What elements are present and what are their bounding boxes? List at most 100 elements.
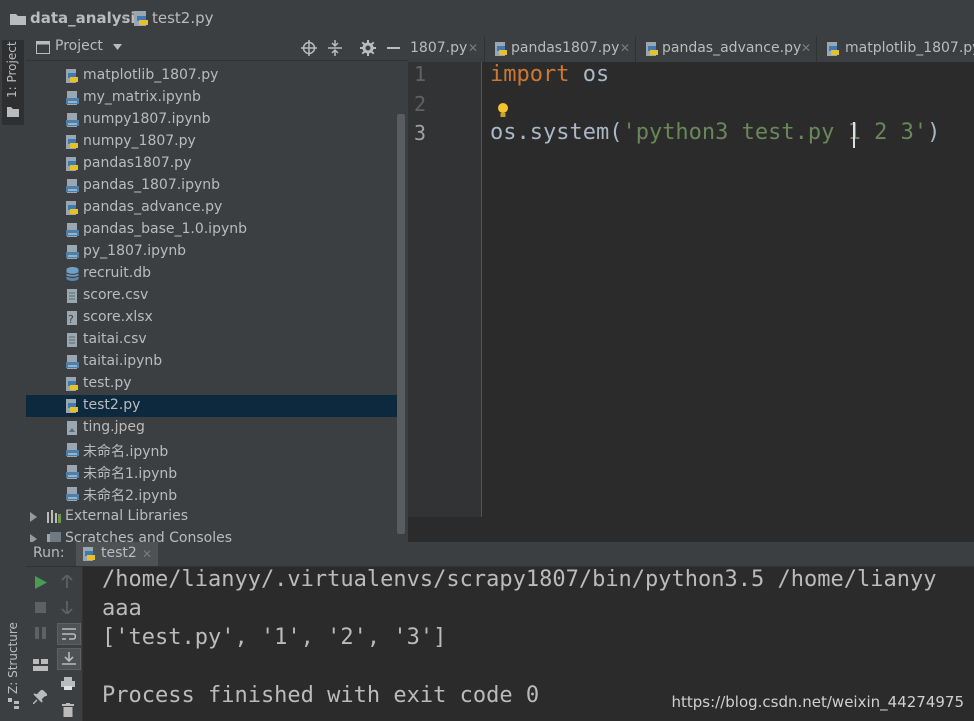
file-tree-item[interactable]: score.csv — [26, 285, 398, 307]
python-file-icon — [66, 399, 78, 413]
console-line: aaa — [102, 596, 142, 621]
file-tree-item[interactable]: numpy1807.ipynb — [26, 109, 398, 131]
line-number: 1 — [414, 62, 427, 86]
structure-icon — [8, 698, 19, 709]
closing-paren: ) — [927, 120, 941, 145]
python-file-icon — [66, 69, 78, 83]
string-literal: 'python3 test.py 1 2 3' — [622, 120, 928, 145]
editor-tab[interactable]: matplotlib_1807.py — [817, 36, 974, 62]
notebook-file-icon — [66, 465, 79, 479]
file-tree-item-label: test.py — [83, 375, 132, 391]
file-tree-item-label: score.csv — [83, 287, 149, 303]
project-panel: Project matplotlib_1807.py my_matrix.ipyn… — [26, 36, 408, 542]
file-tree-item-label: 未命名1.ipynb — [83, 466, 178, 482]
image-file-icon — [67, 421, 77, 435]
print-icon[interactable] — [61, 677, 75, 690]
python-file-icon — [646, 42, 658, 56]
close-icon[interactable]: ✕ — [142, 547, 152, 561]
editor-tab-label: pandas_advance.py — [662, 40, 802, 56]
soft-wrap-icon — [62, 628, 76, 640]
file-tree-item[interactable]: recruit.db — [26, 263, 398, 285]
scratches-node[interactable]: Scratches and Consoles — [26, 528, 398, 542]
project-view-icon — [36, 41, 50, 54]
structure-tool-tab[interactable]: Z: Structure — [2, 622, 24, 709]
pin-icon[interactable] — [33, 690, 47, 704]
editor-tab[interactable]: 1807.py ✕ — [408, 36, 485, 62]
scroll-to-end-toggle[interactable] — [57, 648, 81, 670]
file-tree-item-label: matplotlib_1807.py — [83, 67, 219, 83]
file-tree-item[interactable]: test.py — [26, 373, 398, 395]
project-panel-title[interactable]: Project — [55, 38, 103, 54]
locate-icon[interactable] — [301, 40, 317, 56]
svg-text:?: ? — [68, 313, 74, 325]
console-line: ['test.py', '1', '2', '3'] — [102, 625, 447, 650]
file-tree-item-label: py_1807.ipynb — [83, 243, 187, 259]
file-tree-item[interactable]: 未命名.ipynb — [26, 439, 398, 461]
file-tree-item[interactable]: taitai.csv — [26, 329, 398, 351]
notebook-file-icon — [66, 245, 79, 259]
file-tree-item[interactable]: ? score.xlsx — [26, 307, 398, 329]
chevron-right-icon[interactable] — [30, 512, 37, 522]
trash-icon[interactable] — [62, 703, 74, 717]
collapse-all-icon[interactable] — [328, 40, 342, 56]
scratches-label: Scratches and Consoles — [65, 530, 232, 542]
file-tree-item[interactable]: pandas_1807.ipynb — [26, 175, 398, 197]
close-icon[interactable]: ✕ — [468, 41, 478, 55]
file-tree-item[interactable]: ting.jpeg — [26, 417, 398, 439]
file-tree-item[interactable]: numpy_1807.py — [26, 131, 398, 153]
project-tool-tab[interactable]: 1: Project — [2, 40, 24, 125]
stop-icon[interactable] — [35, 602, 46, 613]
file-tree-item[interactable]: test2.py — [26, 395, 398, 417]
file-tree-item-label: pandas_base_1.0.ipynb — [83, 221, 248, 237]
editor-bottom-area — [408, 517, 974, 542]
file-tree-item[interactable]: matplotlib_1807.py — [26, 65, 398, 87]
pause-icon[interactable] — [35, 627, 46, 639]
file-tree-item[interactable]: pandas1807.py — [26, 153, 398, 175]
file-tree-item[interactable]: py_1807.ipynb — [26, 241, 398, 263]
file-tree-item-label: 未命名2.ipynb — [83, 488, 178, 504]
editor-tab[interactable]: pandas1807.py ✕ — [485, 36, 636, 62]
python-file-icon — [827, 42, 839, 56]
layout-icon[interactable] — [33, 659, 48, 671]
text-caret — [853, 122, 855, 148]
left-tool-strip — [0, 36, 27, 721]
console-line: /home/lianyy/.virtualenvs/scrapy1807/bin… — [102, 567, 937, 592]
editor-tab[interactable]: pandas_advance.py ✕ — [636, 36, 817, 62]
gear-icon[interactable] — [360, 40, 376, 56]
hide-icon[interactable] — [387, 47, 400, 49]
file-tree-item-label: pandas1807.py — [83, 155, 192, 171]
arrow-up-icon[interactable] — [61, 575, 73, 588]
chevron-down-icon[interactable] — [113, 44, 122, 50]
code-editor[interactable]: import os os.system('python3 test.py 1 2… — [482, 62, 974, 517]
run-panel-header: Run: test2 ✕ — [26, 542, 974, 567]
folder-icon — [7, 107, 19, 117]
file-tree-item[interactable]: my_matrix.ipynb — [26, 87, 398, 109]
rerun-icon[interactable] — [35, 576, 47, 589]
editor-tab-bar: 1807.py ✕ pandas1807.py ✕ pandas_advance… — [408, 36, 974, 63]
file-tree-item[interactable]: 未命名2.ipynb — [26, 483, 398, 505]
line-number-gutter: 1 2 3 — [408, 62, 482, 517]
run-tab[interactable]: test2 ✕ — [76, 542, 158, 566]
external-libraries-node[interactable]: External Libraries — [26, 506, 398, 528]
arrow-down-icon[interactable] — [61, 601, 73, 614]
scroll-to-end-icon — [62, 652, 76, 665]
file-tree-item-label: 未命名.ipynb — [83, 444, 169, 460]
breadcrumb-file[interactable]: test2.py — [152, 9, 214, 27]
editor-tab-label: 1807.py — [410, 40, 468, 56]
file-tree-item[interactable]: pandas_base_1.0.ipynb — [26, 219, 398, 241]
close-icon[interactable]: ✕ — [801, 41, 811, 55]
notebook-file-icon — [66, 223, 79, 237]
notebook-file-icon — [66, 113, 79, 127]
chevron-right-icon[interactable] — [30, 534, 37, 542]
close-icon[interactable]: ✕ — [620, 41, 630, 55]
file-tree-item[interactable]: taitai.ipynb — [26, 351, 398, 373]
file-tree-item[interactable]: 未命名1.ipynb — [26, 461, 398, 483]
vertical-scrollbar[interactable] — [397, 114, 405, 534]
soft-wrap-toggle[interactable] — [57, 623, 81, 645]
lightbulb-icon[interactable] — [497, 102, 509, 118]
editor-tab-label: pandas1807.py — [511, 40, 620, 56]
file-tree-item[interactable]: pandas_advance.py — [26, 197, 398, 219]
line-number: 3 — [414, 121, 427, 145]
python-file-icon — [66, 157, 78, 171]
python-file-icon — [83, 547, 95, 561]
